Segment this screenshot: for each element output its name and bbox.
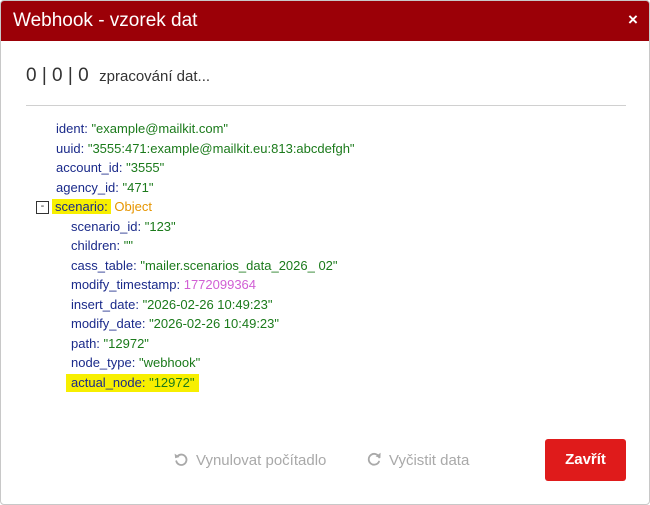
undo-icon — [174, 453, 188, 466]
clear-data-button[interactable]: Vyčistit data — [366, 450, 469, 472]
tree-value: "2026-02-26 10:49:23" — [142, 297, 273, 312]
counter-values: 0 | 0 | 0 — [26, 65, 89, 86]
tree-value: "" — [123, 238, 133, 253]
tree-row-agency-id: agency_id: "471" — [56, 179, 153, 197]
tree-value: "12972" — [149, 375, 195, 390]
tree-key: modify_timestamp: — [71, 277, 181, 292]
tree-row-scenario[interactable]: scenario: Object — [52, 198, 152, 216]
refresh-icon — [367, 452, 381, 466]
tree-key: uuid: — [56, 141, 85, 156]
tree-key: children: — [71, 238, 121, 253]
tree-row-path: path: "12972" — [71, 335, 149, 353]
collapse-toggle-button[interactable]: - — [36, 201, 49, 214]
tree-value: "123" — [144, 219, 176, 234]
tree-key: path: — [71, 336, 100, 351]
tree-row-modify-timestamp: modify_timestamp: 1772099364 — [71, 276, 256, 294]
tree-key-highlighted: scenario: — [52, 199, 111, 214]
tree-value: "471" — [122, 180, 154, 195]
tree-value-number: 1772099364 — [183, 277, 257, 292]
tree-key: actual_node: — [71, 375, 146, 390]
tree-value-object: Object — [114, 199, 152, 214]
tree-key: insert_date: — [71, 297, 139, 312]
tree-value: "webhook" — [138, 355, 201, 370]
webhook-dialog: Webhook - vzorek dat × 0 | 0 | 0 zpracov… — [0, 0, 650, 505]
tree-key: scenario_id: — [71, 219, 142, 234]
tree-value: "3555:471:example@mailkit.eu:813:abcdefg… — [87, 141, 355, 156]
tree-value: "mailer.scenarios_data_2026_ 02" — [140, 258, 338, 273]
tree-row-uuid: uuid: "3555:471:example@mailkit.eu:813:a… — [56, 140, 355, 158]
reset-counter-button[interactable]: Vynulovat počítadlo — [173, 450, 326, 472]
reset-counter-label: Vynulovat počítadlo — [196, 452, 327, 469]
dialog-titlebar: Webhook - vzorek dat × — [1, 1, 649, 41]
tree-row-node-type: node_type: "webhook" — [71, 354, 200, 372]
tree-key: modify_date: — [71, 316, 146, 331]
processing-status: zpracování dat... — [99, 68, 211, 85]
clear-data-label: Vyčistit data — [389, 452, 470, 469]
divider — [26, 105, 626, 106]
tree-value: "12972" — [103, 336, 149, 351]
tree-row-account-id: account_id: "3555" — [56, 159, 164, 177]
tree-key: node_type: — [71, 355, 136, 370]
tree-key: agency_id: — [56, 180, 119, 195]
tree-value: "2026-02-26 10:49:23" — [149, 316, 280, 331]
tree-key: cass_table: — [71, 258, 137, 273]
close-button[interactable]: Zavřít — [545, 439, 626, 481]
tree-key: ident: — [56, 121, 88, 136]
tree-row-actual-node: actual_node: "12972" — [66, 374, 200, 392]
tree-value: "3555" — [126, 160, 165, 175]
close-icon[interactable]: × — [625, 11, 641, 29]
tree-row-ident: ident: "example@mailkit.com" — [56, 120, 228, 138]
tree-row-children: children: "" — [71, 237, 133, 255]
tree-row-insert-date: insert_date: "2026-02-26 10:49:23" — [71, 296, 273, 314]
tree-row-scenario-id: scenario_id: "123" — [71, 218, 176, 236]
tree-value: "example@mailkit.com" — [91, 121, 229, 136]
tree-key: account_id: — [56, 160, 123, 175]
tree-row-modify-date: modify_date: "2026-02-26 10:49:23" — [71, 315, 279, 333]
counter: 0 | 0 | 0 zpracování dat... — [26, 65, 210, 87]
tree-row-cass-table: cass_table: "mailer.scenarios_data_2026_… — [71, 257, 338, 275]
dialog-title: Webhook - vzorek dat — [13, 10, 198, 31]
